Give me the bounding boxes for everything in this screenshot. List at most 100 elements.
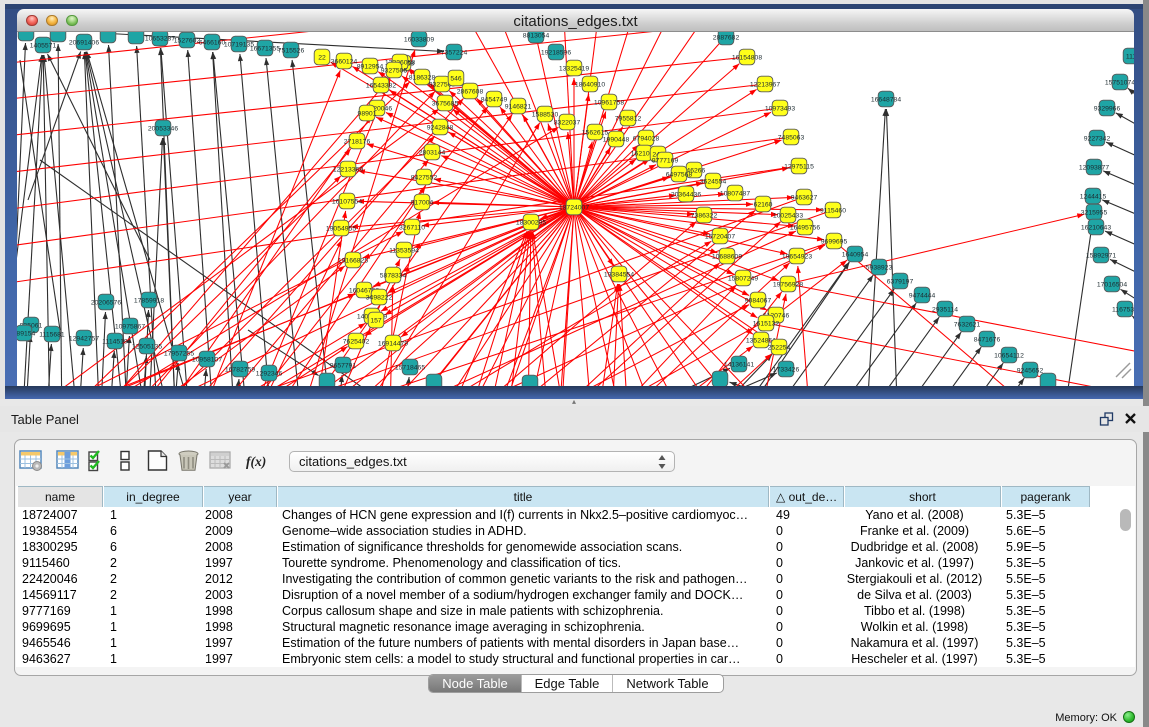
svg-text:6497568: 6497568 <box>666 171 693 178</box>
svg-text:12975115: 12975115 <box>784 163 814 170</box>
svg-text:7485063: 7485063 <box>778 134 805 141</box>
svg-text:7955812: 7955812 <box>615 115 642 122</box>
svg-text:9227342: 9227342 <box>1084 135 1111 142</box>
svg-text:8427552: 8427552 <box>411 174 438 181</box>
svg-text:6466160: 6466160 <box>199 39 226 46</box>
svg-text:2935114: 2935114 <box>932 306 958 313</box>
svg-text:111: 111 <box>1126 53 1134 60</box>
svg-text:12942757: 12942757 <box>69 335 99 342</box>
svg-text:16782759: 16782759 <box>225 366 255 373</box>
svg-text:10807487: 10807487 <box>720 190 750 197</box>
svg-text:12505135: 12505135 <box>132 343 162 350</box>
svg-text:10958107: 10958107 <box>192 356 222 363</box>
svg-text:10973493: 10973493 <box>765 105 795 112</box>
svg-text:15751074: 15751074 <box>1105 79 1134 86</box>
svg-text:22: 22 <box>318 54 326 61</box>
svg-text:8912954: 8912954 <box>357 63 384 70</box>
svg-text:2867608: 2867608 <box>457 88 484 95</box>
svg-text:20364436: 20364436 <box>671 191 701 198</box>
svg-text:15892971: 15892971 <box>1086 252 1116 259</box>
svg-text:11353594: 11353594 <box>389 247 419 254</box>
svg-text:8322037: 8322037 <box>554 119 581 126</box>
svg-text:10961758: 10961758 <box>594 99 624 106</box>
svg-text:12213369: 12213369 <box>333 166 363 173</box>
svg-text:8186328: 8186328 <box>409 74 436 81</box>
svg-text:3498222: 3498222 <box>366 294 393 301</box>
svg-text:16033809: 16033809 <box>404 36 434 43</box>
svg-text:9242848: 9242848 <box>427 124 454 131</box>
svg-text:16543382: 16543382 <box>366 82 396 89</box>
svg-text:7386322: 7386322 <box>691 212 718 219</box>
svg-text:16671355: 16671355 <box>250 45 280 52</box>
svg-text:9245652: 9245652 <box>1017 367 1044 374</box>
svg-text:17859918: 17859918 <box>134 297 164 304</box>
svg-text:14136141: 14136141 <box>724 361 754 368</box>
svg-text:10654112: 10654112 <box>994 352 1024 359</box>
svg-text:18640910: 18640910 <box>575 81 605 88</box>
svg-text:6379197: 6379197 <box>887 278 914 285</box>
svg-text:2718176: 2718176 <box>344 138 371 145</box>
svg-text:19218596: 19218596 <box>541 49 571 56</box>
svg-text:2887682: 2887682 <box>713 34 740 41</box>
svg-text:9474444: 9474444 <box>909 292 936 299</box>
svg-text:8471676: 8471676 <box>974 336 1001 343</box>
svg-text:17957255: 17957255 <box>164 350 194 357</box>
svg-text:546: 546 <box>450 75 462 82</box>
svg-text:16914479: 16914479 <box>378 340 408 347</box>
svg-text:2803144: 2803144 <box>419 149 446 156</box>
svg-text:1115681: 1115681 <box>39 331 65 338</box>
svg-text:252254: 252254 <box>768 344 791 351</box>
svg-text:7357224: 7357224 <box>441 49 468 56</box>
svg-text:10653287: 10653287 <box>145 35 175 42</box>
svg-text:19054955: 19054955 <box>326 225 356 232</box>
svg-text:1167533: 1167533 <box>1112 306 1134 313</box>
svg-text:17016504: 17016504 <box>1097 281 1127 288</box>
svg-text:9463627: 9463627 <box>791 194 818 201</box>
svg-text:15807249: 15807249 <box>728 275 758 282</box>
svg-text:20206576: 20206576 <box>91 299 121 306</box>
svg-text:157: 157 <box>370 317 382 324</box>
svg-text:20691406: 20691406 <box>69 39 99 46</box>
svg-text:9115460: 9115460 <box>820 207 846 214</box>
svg-text:9329966: 9329966 <box>1094 105 1121 112</box>
svg-text:6794028: 6794028 <box>633 135 660 142</box>
svg-text:16107554: 16107554 <box>332 198 362 205</box>
svg-text:1733426: 1733426 <box>773 366 800 373</box>
svg-text:9777169: 9777169 <box>652 157 679 164</box>
svg-text:19756928: 19756928 <box>773 281 803 288</box>
svg-text:1615132: 1615132 <box>753 320 780 327</box>
svg-text:1562615: 1562615 <box>582 129 609 136</box>
svg-text:19654923: 19654923 <box>782 253 812 260</box>
svg-text:7632621: 7632621 <box>954 321 981 328</box>
svg-text:1640954: 1640954 <box>842 251 869 258</box>
svg-text:19384554: 19384554 <box>604 271 634 278</box>
svg-text:10688609: 10688609 <box>712 253 742 260</box>
svg-text:3215955: 3215955 <box>1081 209 1108 216</box>
svg-text:20053346: 20053346 <box>148 125 178 132</box>
svg-text:1405571: 1405571 <box>30 42 57 49</box>
svg-text:9327505: 9327505 <box>381 67 408 74</box>
svg-text:16210643: 16210643 <box>1081 224 1111 231</box>
svg-text:18300295: 18300295 <box>516 219 546 226</box>
svg-text:15718465: 15718465 <box>395 364 425 371</box>
svg-text:1527602: 1527602 <box>174 37 201 44</box>
svg-text:1588520: 1588520 <box>532 111 559 118</box>
svg-text:12093877: 12093877 <box>1079 164 1109 171</box>
svg-text:9084067: 9084067 <box>745 297 772 304</box>
svg-text:16648784: 16648784 <box>871 96 901 103</box>
svg-text:5878334: 5878334 <box>380 272 407 279</box>
svg-text:62160: 62160 <box>754 201 773 208</box>
svg-text:16154808: 16154808 <box>732 54 762 61</box>
svg-text:19166825: 19166825 <box>338 257 368 264</box>
svg-text:f(x): f(x) <box>246 454 266 469</box>
svg-text:8454749: 8454749 <box>481 96 508 103</box>
svg-text:12213967: 12213967 <box>750 81 780 88</box>
svg-text:8813054: 8813054 <box>523 32 550 39</box>
svg-text:16495756: 16495756 <box>790 224 820 231</box>
svg-text:98901: 98901 <box>358 110 377 117</box>
svg-text:3675685: 3675685 <box>432 100 459 107</box>
svg-text:15720407: 15720407 <box>705 233 735 240</box>
svg-text:5938923: 5938923 <box>866 264 893 271</box>
svg-text:18724007: 18724007 <box>559 204 589 211</box>
svg-text:3267110: 3267110 <box>399 224 425 231</box>
